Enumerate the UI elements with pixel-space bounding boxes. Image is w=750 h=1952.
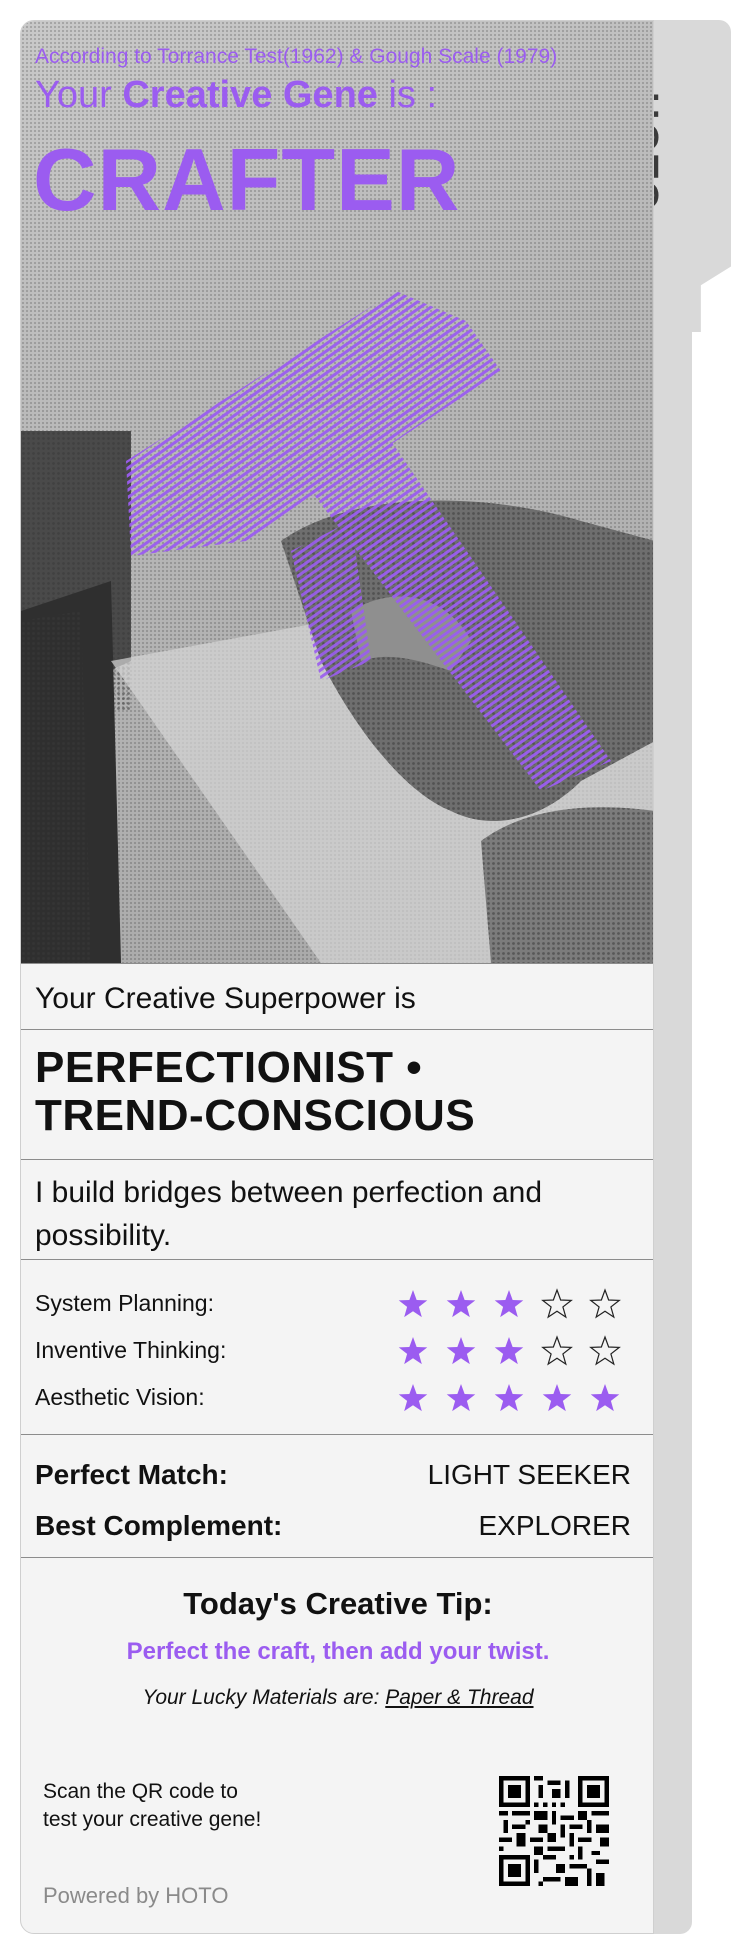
ratings-section: System Planning: Inventive Thinking: Aes…: [21, 1259, 653, 1434]
perfect-match-value: LIGHT SEEKER: [427, 1458, 631, 1490]
perfect-match-row: Perfect Match: LIGHT SEEKER: [35, 1449, 641, 1500]
star-outline-icon: [589, 1287, 621, 1319]
result-card: According to Torrance Test(1962) & Gough…: [20, 20, 654, 1934]
superpower-title-line2: TREND-CONSCIOUS: [35, 1091, 476, 1141]
lucky-materials: Your Lucky Materials are: Paper & Thread: [21, 1686, 653, 1710]
gene-emphasis: Creative Gene: [122, 74, 378, 116]
star-filled-icon: [446, 1289, 476, 1317]
star-filled-icon: [590, 1383, 620, 1411]
qr-code-icon[interactable]: [499, 1776, 609, 1886]
lucky-prefix: Your Lucky Materials are:: [142, 1686, 386, 1709]
perfect-match-label: Perfect Match:: [35, 1458, 228, 1490]
gene-type-title: CRAFTER: [33, 130, 461, 229]
star-filled-icon: [542, 1383, 572, 1411]
scan-line-2: test your creative gene!: [43, 1807, 262, 1831]
best-complement-label: Best Complement:: [35, 1509, 283, 1541]
superpower-description: I build bridges between perfection and p…: [21, 1159, 653, 1259]
tip-title: Today's Creative Tip:: [183, 1586, 493, 1621]
rating-row: Aesthetic Vision:: [35, 1374, 641, 1421]
scan-line-1: Scan the QR code to: [43, 1780, 238, 1803]
rating-label: Inventive Thinking:: [35, 1337, 227, 1363]
scan-instructions: Scan the QR code to test your creative g…: [43, 1778, 343, 1833]
rating-stars: [397, 1334, 621, 1367]
superpower-label: Your Creative Superpower is: [21, 963, 653, 1029]
star-filled-icon: [398, 1289, 428, 1317]
superpower-title-line1: PERFECTIONIST •: [35, 1043, 423, 1092]
star-filled-icon: [494, 1383, 524, 1411]
lucky-materials-value: Paper & Thread: [385, 1686, 534, 1709]
tip-text: Perfect the craft, then add your twist.: [126, 1638, 550, 1665]
rating-row: Inventive Thinking:: [35, 1327, 641, 1374]
rating-stars: [397, 1287, 621, 1320]
rating-label: Aesthetic Vision:: [35, 1384, 205, 1410]
matches-section: Perfect Match: LIGHT SEEKER Best Complem…: [21, 1434, 653, 1557]
star-filled-icon: [494, 1289, 524, 1317]
rating-stars: [397, 1382, 621, 1414]
star-filled-icon: [398, 1336, 428, 1364]
star-filled-icon: [398, 1383, 428, 1411]
superpower-title: PERFECTIONIST • TREND-CONSCIOUS: [21, 1029, 653, 1159]
footer-section: Today's Creative Tip: Perfect the craft,…: [21, 1557, 653, 1933]
star-outline-icon: [541, 1334, 573, 1366]
powered-by: Powered by HOTO: [43, 1883, 229, 1908]
star-outline-icon: [541, 1287, 573, 1319]
star-filled-icon: [494, 1336, 524, 1364]
star-outline-icon: [589, 1334, 621, 1366]
best-complement-row: Best Complement: EXPLORER: [35, 1500, 641, 1551]
best-complement-value: EXPLORER: [478, 1509, 632, 1541]
rating-label: System Planning:: [35, 1290, 214, 1316]
star-filled-icon: [446, 1336, 476, 1364]
gene-prefix: Your: [35, 74, 112, 116]
gene-suffix: is :: [377, 74, 438, 116]
hero-subtitle: According to Torrance Test(1962) & Gough…: [35, 45, 558, 68]
star-filled-icon: [446, 1383, 476, 1411]
hero-section: According to Torrance Test(1962) & Gough…: [21, 21, 653, 963]
gene-heading: Your Creative Gene is :: [35, 74, 437, 117]
rating-row: System Planning:: [35, 1280, 641, 1327]
